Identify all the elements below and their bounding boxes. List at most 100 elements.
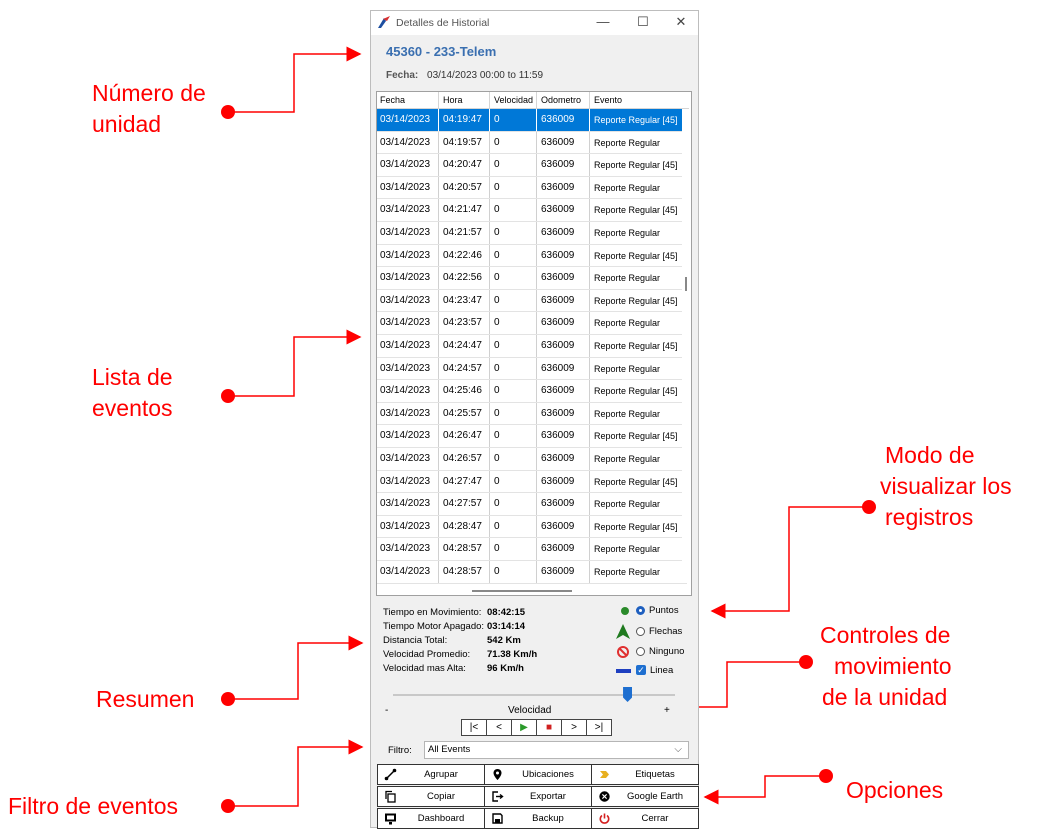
vertical-scrollbar[interactable] bbox=[682, 109, 690, 581]
column-header-hora[interactable]: Hora bbox=[443, 95, 463, 105]
column-header-evento[interactable]: Evento bbox=[594, 95, 622, 105]
table-row[interactable]: 03/14/2023 04:22:56 0 636009 Reporte Regular bbox=[377, 267, 687, 290]
table-row[interactable]: 03/14/2023 04:28:57 0 636009 Reporte Regular bbox=[377, 538, 687, 561]
table-row[interactable]: 03/14/2023 04:25:57 0 636009 Reporte Regular bbox=[377, 402, 687, 426]
table-row[interactable]: 03/14/2023 04:27:57 0 636009 Reporte Regular bbox=[377, 493, 687, 516]
table-row[interactable]: 03/14/2023 04:27:47 0 636009 Reporte Regular… bbox=[377, 470, 687, 494]
cell-hora: 04:19:57 bbox=[443, 136, 482, 148]
table-row[interactable]: 03/14/2023 04:19:57 0 636009 Reporte Regular bbox=[377, 131, 687, 155]
close-window-button[interactable]: ✕ bbox=[667, 13, 695, 31]
cell-divider bbox=[536, 289, 537, 312]
cell-divider bbox=[438, 380, 439, 402]
cell-velocidad: 0 bbox=[494, 498, 500, 510]
exportar-button[interactable]: Exportar bbox=[484, 786, 592, 807]
cell-evento: Reporte Regular [45] bbox=[594, 431, 678, 442]
export-icon bbox=[492, 791, 504, 802]
cell-divider bbox=[438, 312, 439, 334]
ubicaciones-button[interactable]: Ubicaciones bbox=[484, 764, 592, 785]
table-row[interactable]: 03/14/2023 04:24:57 0 636009 Reporte Regular bbox=[377, 357, 687, 381]
cell-evento: Reporte Regular bbox=[594, 408, 661, 419]
radio-puntos[interactable] bbox=[636, 606, 645, 615]
speed-slider-thumb[interactable] bbox=[623, 687, 633, 702]
title-bar[interactable]: Detalles de Historial — ☐ ✕ bbox=[371, 11, 698, 35]
events-table[interactable]: Fecha Hora Velocidad Odometro Evento 03/… bbox=[376, 91, 692, 596]
table-row[interactable]: 03/14/2023 04:28:47 0 636009 Reporte Regular… bbox=[377, 515, 687, 539]
table-row[interactable]: 03/14/2023 04:23:47 0 636009 Reporte Regular… bbox=[377, 289, 687, 313]
google-earth-button[interactable]: Google Earth bbox=[591, 786, 699, 807]
stop-button[interactable]: ■ bbox=[536, 719, 562, 736]
annotation-resumen: Resumen bbox=[96, 686, 195, 712]
table-row[interactable]: 03/14/2023 04:19:47 0 636009 Reporte Regular… bbox=[377, 109, 687, 132]
date-range-value: 03/14/2023 00:00 to 11:59 bbox=[427, 70, 544, 81]
annotation-opciones: Opciones bbox=[846, 777, 944, 803]
copiar-button[interactable]: Copiar bbox=[377, 786, 485, 807]
cell-fecha: 03/14/2023 bbox=[380, 294, 431, 306]
table-row[interactable]: 03/14/2023 04:28:57 0 636009 Reporte Regular bbox=[377, 561, 687, 584]
column-divider bbox=[536, 92, 537, 110]
cell-velocidad: 0 bbox=[494, 136, 500, 148]
summary-value: 96 Km/h bbox=[487, 663, 524, 674]
cell-divider bbox=[438, 425, 439, 447]
google-earth-label: Google Earth bbox=[627, 791, 683, 802]
table-row[interactable]: 03/14/2023 04:21:57 0 636009 Reporte Regular bbox=[377, 222, 687, 245]
cell-divider bbox=[438, 470, 439, 493]
filter-dropdown[interactable]: All Events ⌵ bbox=[424, 741, 689, 759]
column-divider bbox=[489, 92, 490, 110]
agrupar-button[interactable]: Agrupar bbox=[377, 764, 485, 785]
next-record-button[interactable]: > bbox=[561, 719, 587, 736]
radio-ninguno[interactable] bbox=[636, 647, 645, 656]
summary-value: 71.38 Km/h bbox=[487, 649, 538, 660]
cell-divider bbox=[536, 561, 537, 583]
radio-flechas[interactable] bbox=[636, 627, 645, 636]
etiquetas-button[interactable]: Etiquetas bbox=[591, 764, 699, 785]
table-row[interactable]: 03/14/2023 04:21:47 0 636009 Reporte Regular… bbox=[377, 199, 687, 222]
play-button[interactable]: ▶ bbox=[511, 719, 537, 736]
cell-velocidad: 0 bbox=[494, 520, 500, 532]
summary-value: 08:42:15 bbox=[487, 607, 526, 618]
previous-record-button[interactable]: < bbox=[486, 719, 512, 736]
cell-divider bbox=[589, 289, 590, 312]
annotation-line: unidad bbox=[92, 111, 162, 137]
column-header-fecha[interactable]: Fecha bbox=[380, 95, 405, 105]
cell-divider bbox=[536, 335, 537, 357]
arrow-icon bbox=[616, 624, 630, 639]
table-row[interactable]: 03/14/2023 04:24:47 0 636009 Reporte Regular… bbox=[377, 335, 687, 358]
cell-odometro: 636009 bbox=[541, 272, 575, 284]
cell-evento: Reporte Regular bbox=[594, 544, 661, 555]
table-row[interactable]: 03/14/2023 04:22:46 0 636009 Reporte Regular… bbox=[377, 244, 687, 268]
speed-label: Velocidad bbox=[508, 705, 552, 716]
backup-button[interactable]: Backup bbox=[484, 808, 592, 829]
cell-velocidad: 0 bbox=[494, 181, 500, 193]
cell-hora: 04:28:57 bbox=[443, 566, 482, 577]
table-row[interactable]: 03/14/2023 04:20:47 0 636009 Reporte Regular… bbox=[377, 154, 687, 177]
cell-velocidad: 0 bbox=[494, 340, 500, 351]
cell-hora: 04:25:46 bbox=[443, 385, 482, 397]
cell-divider bbox=[536, 515, 537, 538]
cell-divider bbox=[536, 312, 537, 334]
cell-divider bbox=[589, 267, 590, 289]
column-header-odometro[interactable]: Odometro bbox=[541, 95, 581, 105]
horizontal-scrollbar-thumb[interactable] bbox=[472, 590, 572, 592]
dashboard-button[interactable]: Dashboard bbox=[377, 808, 485, 829]
table-row[interactable]: 03/14/2023 04:20:57 0 636009 Reporte Regular bbox=[377, 176, 687, 200]
last-record-button[interactable]: >| bbox=[586, 719, 612, 736]
minimize-button[interactable]: — bbox=[589, 13, 617, 31]
cell-divider bbox=[589, 222, 590, 244]
cell-evento: Reporte Regular bbox=[594, 499, 661, 510]
cerrar-button[interactable]: Cerrar bbox=[591, 808, 699, 829]
cell-divider bbox=[438, 222, 439, 244]
cell-divider bbox=[438, 176, 439, 199]
first-record-button[interactable]: |< bbox=[461, 719, 487, 736]
table-row[interactable]: 03/14/2023 04:23:57 0 636009 Reporte Regular bbox=[377, 312, 687, 335]
maximize-button[interactable]: ☐ bbox=[629, 13, 657, 31]
column-header-velocidad[interactable]: Velocidad bbox=[494, 95, 533, 105]
cell-divider bbox=[489, 199, 490, 221]
speed-slider-track[interactable] bbox=[393, 694, 675, 696]
table-row[interactable]: 03/14/2023 04:25:46 0 636009 Reporte Regular… bbox=[377, 380, 687, 403]
vertical-scrollbar-thumb[interactable] bbox=[685, 277, 687, 291]
cell-divider bbox=[489, 561, 490, 583]
linea-checkbox[interactable]: ✓ bbox=[636, 665, 646, 675]
cell-divider bbox=[536, 131, 537, 154]
table-row[interactable]: 03/14/2023 04:26:47 0 636009 Reporte Regular… bbox=[377, 425, 687, 448]
table-row[interactable]: 03/14/2023 04:26:57 0 636009 Reporte Regular bbox=[377, 448, 687, 471]
